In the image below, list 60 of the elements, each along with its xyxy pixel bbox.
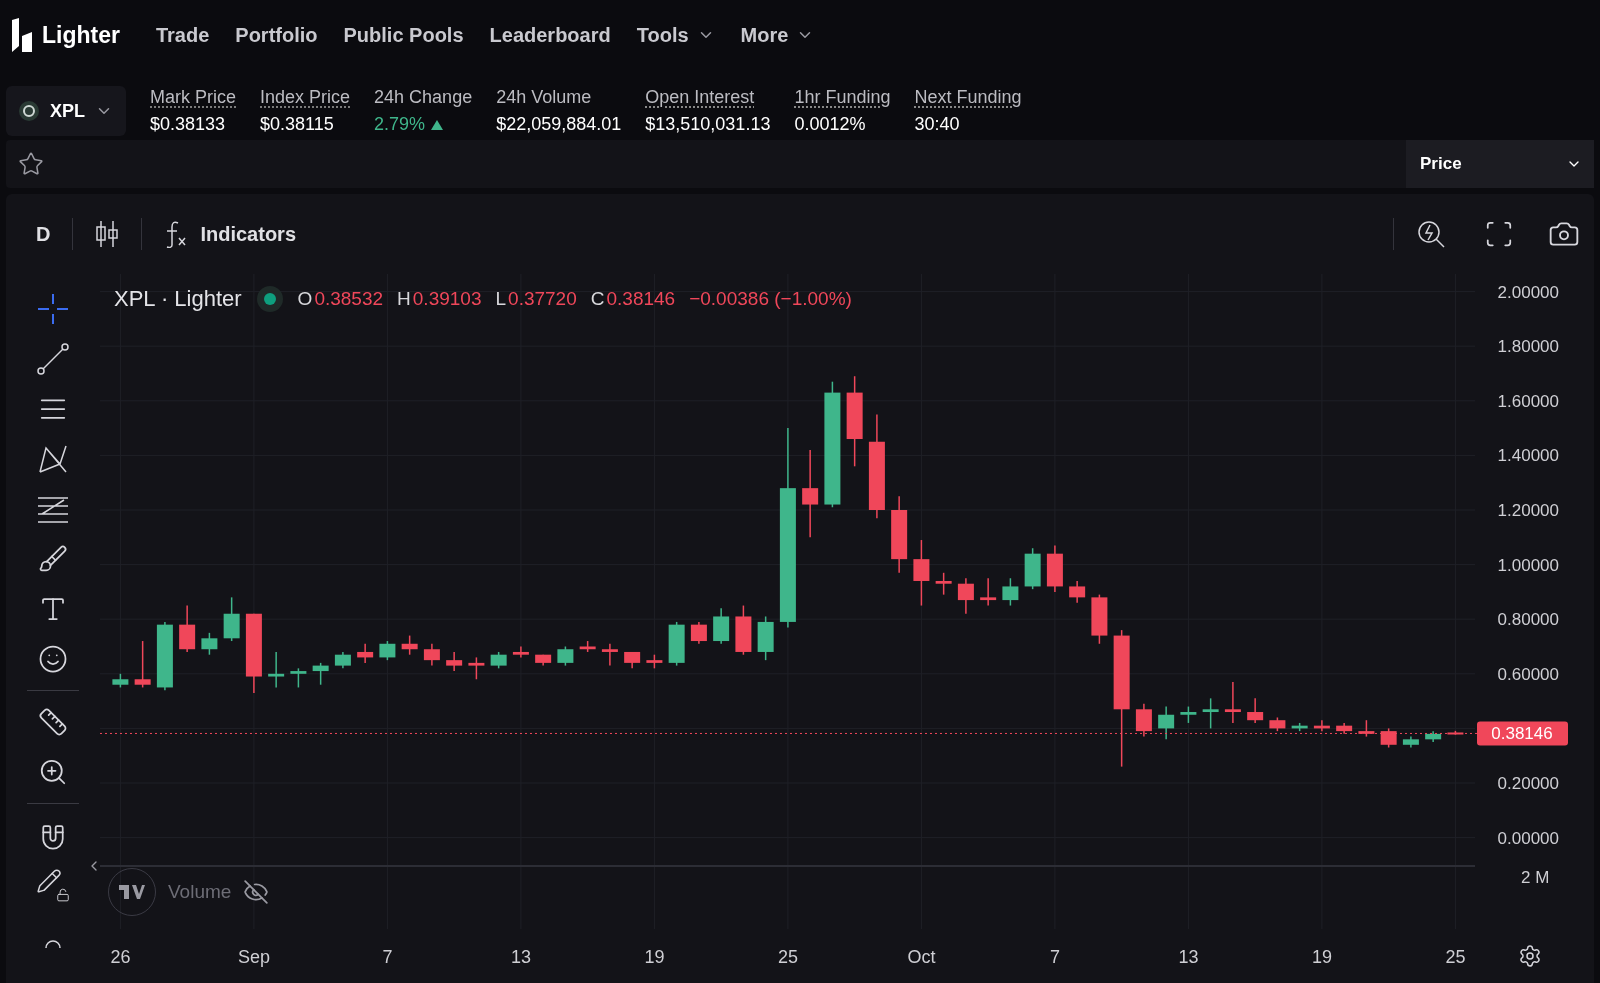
stat-label: Next Funding <box>914 87 1022 108</box>
stat-value: $0.38115 <box>260 114 335 135</box>
nav-link[interactable]: Leaderboard <box>489 23 611 47</box>
indicators-button[interactable]: Indicators <box>164 220 297 248</box>
ohlc-value: 0.37720 <box>508 288 577 310</box>
stat-label: 24h Change <box>374 87 473 108</box>
date-axis-label: Oct <box>907 947 936 967</box>
nav-link[interactable]: Portfolio <box>235 23 318 47</box>
ohlc-value: 0.38532 <box>314 288 384 310</box>
nav-link[interactable]: More <box>740 23 815 47</box>
date-axis-label: 19 <box>644 947 665 967</box>
date-axis-label: 25 <box>1445 947 1466 967</box>
price-axis-label: 0.00000 <box>1497 828 1559 848</box>
price-axis-label: 0.20000 <box>1497 774 1559 793</box>
price-axis-label: 2.00000 <box>1497 282 1559 302</box>
ohlc-key: L <box>495 288 507 310</box>
date-axis-label: 7 <box>1049 947 1060 967</box>
stat-label: Mark Price <box>150 87 236 108</box>
symbol-title: XPL · Lighter <box>114 286 242 312</box>
price-change: −0.00386 (−1.00%) <box>689 288 852 310</box>
ref-line-label: 0.38146 <box>1491 724 1553 744</box>
date-axis-label: 25 <box>777 947 798 967</box>
stat-value: $22,059,884.01 <box>496 114 622 135</box>
price-axis-label: 1.20000 <box>1497 501 1559 520</box>
stat-label: Index Price <box>260 87 351 108</box>
nav-link[interactable]: Tools <box>636 23 715 47</box>
price-axis-label: 0.60000 <box>1497 664 1559 684</box>
stat-value: 0.0012% <box>794 114 867 135</box>
nav-link[interactable]: Public Pools <box>343 23 464 47</box>
price-axis-label: 0.80000 <box>1497 610 1559 630</box>
ohlc-key: H <box>397 288 411 310</box>
price-axis-label: 1.60000 <box>1497 391 1559 411</box>
date-axis-label: 13 <box>1178 947 1199 967</box>
volume-label: Volume <box>168 881 232 903</box>
ref-line-label: 0.38146 <box>1477 721 1568 746</box>
ohlc-key: C <box>590 288 605 310</box>
ohlc-value: 0.38146 <box>606 288 676 310</box>
stat-value: 30:40 <box>914 114 961 135</box>
price-axis-label: 1.80000 <box>1497 337 1559 357</box>
date-axis-label: 19 <box>1311 947 1332 967</box>
ohlc-value: 0.39103 <box>412 288 482 310</box>
nav-link[interactable]: Trade <box>155 23 210 47</box>
volume-axis-label: 2 M <box>1521 868 1550 887</box>
date-axis-label: Sep <box>237 947 270 967</box>
stat-value: $0.38133 <box>150 114 227 135</box>
brand-name: Lighter <box>42 21 120 49</box>
view-select[interactable]: Price <box>1406 140 1594 188</box>
stat-label: 24h Volume <box>496 87 593 108</box>
price-axis-label: 1.00000 <box>1497 555 1559 575</box>
ohlc-key: O <box>297 288 313 310</box>
interval-button[interactable]: D <box>36 222 51 246</box>
stat-value: $13,510,031.13 <box>645 114 771 135</box>
stat-label: Open Interest <box>645 87 756 108</box>
stat-value: 2.79% <box>374 114 426 135</box>
date-axis-label: 7 <box>382 947 393 967</box>
price-axis-label: 1.40000 <box>1497 446 1559 466</box>
stat-label: 1hr Funding <box>794 87 891 108</box>
date-axis-label: 26 <box>110 947 131 967</box>
market-selector[interactable]: XPL <box>6 86 126 136</box>
date-axis-label: 13 <box>510 947 531 967</box>
